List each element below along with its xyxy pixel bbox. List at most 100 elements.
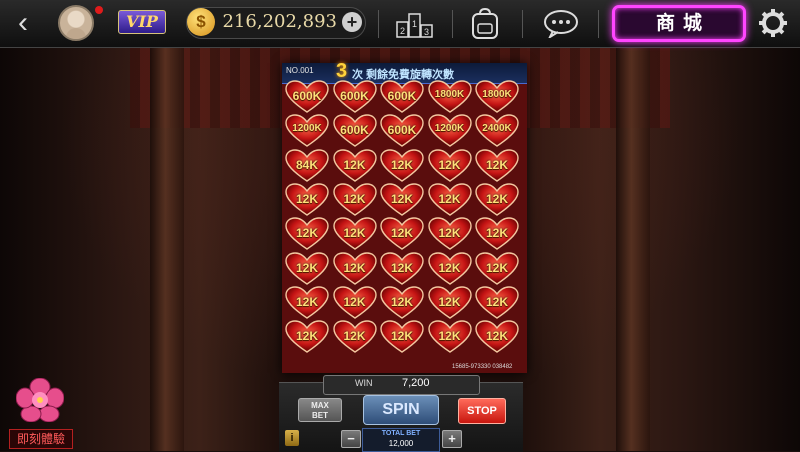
reel-cell: 12K bbox=[379, 148, 425, 183]
reel-cell: 600K bbox=[332, 114, 378, 148]
coin-icon: $ bbox=[187, 8, 215, 36]
reel-cell-value: 12K bbox=[485, 260, 508, 275]
divider bbox=[598, 10, 599, 38]
reel-cell: 12K bbox=[379, 320, 425, 354]
shop-button[interactable]: 商城 bbox=[612, 5, 746, 42]
try-now-button[interactable]: 即刻體驗 bbox=[9, 429, 73, 449]
win-label: WIN bbox=[355, 378, 373, 388]
reel-cell: 12K bbox=[379, 286, 425, 320]
reel-cell: 12K bbox=[379, 251, 425, 286]
reel-cell-value: 12K bbox=[295, 329, 318, 344]
reel-cell-value: 12K bbox=[438, 329, 461, 344]
reel-cell: 12K bbox=[427, 148, 473, 183]
reel-cell-value: 12K bbox=[295, 191, 318, 206]
reel-cell: 1200K bbox=[284, 114, 330, 148]
reel-cell-value: 600K bbox=[292, 89, 322, 103]
reel-cell-value: 12K bbox=[485, 329, 508, 344]
reel-cell-value: 1800K bbox=[434, 89, 465, 100]
reel-cell: 1800K bbox=[427, 80, 473, 114]
max-bet-label: BET bbox=[312, 411, 328, 420]
reel-cell: 12K bbox=[427, 183, 473, 217]
reel-cell-value: 1800K bbox=[482, 89, 512, 100]
gear-icon[interactable] bbox=[758, 8, 788, 38]
reel-cell-value: 12K bbox=[485, 294, 508, 309]
rank-digit-2: 2 bbox=[400, 26, 405, 36]
back-arrow-icon[interactable]: ‹ bbox=[8, 6, 38, 40]
rank-digit-1: 1 bbox=[412, 19, 417, 29]
reel-cell-value: 12K bbox=[390, 191, 413, 206]
reel-cell: 12K bbox=[284, 251, 330, 286]
right-pillar bbox=[616, 48, 650, 451]
reel-cell: 1200K bbox=[427, 114, 473, 148]
reel-cell: 12K bbox=[332, 320, 378, 354]
vip-badge[interactable]: VIP bbox=[118, 10, 166, 34]
reel-cell: 12K bbox=[427, 217, 473, 251]
stop-button[interactable]: STOP bbox=[458, 398, 506, 424]
reel-cell: 12K bbox=[332, 183, 378, 217]
reel-cell: 12K bbox=[474, 148, 520, 183]
reel-cell-value: 600K bbox=[340, 89, 369, 103]
reel-cell: 12K bbox=[474, 251, 520, 286]
total-bet-value: 12,000 bbox=[388, 439, 414, 448]
info-button[interactable]: i bbox=[285, 430, 299, 446]
machine-number: NO.001 bbox=[286, 66, 314, 75]
increase-bet-button[interactable]: + bbox=[442, 430, 462, 448]
reel-cell-value: 12K bbox=[485, 191, 508, 206]
reel-cell-value: 2400K bbox=[482, 123, 512, 135]
add-coins-button[interactable]: + bbox=[342, 12, 362, 32]
reel-cell-value: 12K bbox=[343, 294, 366, 309]
reel-cell-value: 1200K bbox=[292, 123, 322, 135]
flower-icon[interactable] bbox=[15, 377, 65, 423]
chat-bubble-icon[interactable] bbox=[543, 10, 579, 40]
reel-cell-value: 600K bbox=[387, 123, 417, 138]
reel-cell: 600K bbox=[379, 80, 425, 114]
reel-cell: 600K bbox=[332, 80, 378, 114]
reel-cell-value: 12K bbox=[485, 226, 508, 241]
avatar[interactable] bbox=[58, 5, 94, 41]
coin-balance: 216,202,893 bbox=[222, 11, 337, 32]
reel-cell: 2400K bbox=[474, 114, 520, 148]
reel-cell-value: 12K bbox=[390, 329, 413, 344]
spin-button[interactable]: SPIN bbox=[363, 395, 439, 425]
reel-cell-value: 12K bbox=[343, 191, 366, 206]
reel-cell-value: 12K bbox=[295, 294, 318, 309]
reel-cell-value: 12K bbox=[390, 226, 413, 241]
reel-cell: 12K bbox=[474, 183, 520, 217]
reel-cell: 84K bbox=[284, 148, 330, 183]
reel-cell: 600K bbox=[379, 114, 425, 148]
reel-cell-value: 12K bbox=[438, 226, 461, 241]
reel-cell-value: 12K bbox=[438, 260, 461, 275]
reel-cell: 12K bbox=[332, 148, 378, 183]
serial-number: 15685-973330 038482 bbox=[452, 364, 513, 370]
reel-cell-value: 12K bbox=[343, 226, 366, 241]
reel-cell-value: 12K bbox=[438, 294, 461, 309]
reel-cell-value: 12K bbox=[343, 329, 366, 344]
win-amount: 7,200 bbox=[402, 377, 430, 389]
max-bet-label: MAX bbox=[311, 401, 329, 410]
reel-cell-value: 12K bbox=[295, 226, 318, 241]
reel-cell: 600K bbox=[284, 80, 330, 114]
reel-cell: 12K bbox=[474, 217, 520, 251]
reel-cell-value: 1200K bbox=[434, 123, 465, 135]
reel-cell-value: 600K bbox=[387, 89, 417, 103]
reel-cell: 12K bbox=[332, 251, 378, 286]
decrease-bet-button[interactable]: − bbox=[341, 430, 361, 448]
reel-cell: 12K bbox=[284, 183, 330, 217]
reel-cell: 12K bbox=[427, 320, 473, 354]
reel-cell: 12K bbox=[284, 320, 330, 354]
total-bet-label: TOTAL BET bbox=[381, 430, 421, 437]
reel-cell-value: 12K bbox=[343, 157, 366, 172]
reel-cell: 12K bbox=[379, 217, 425, 251]
reel-cell: 12K bbox=[474, 286, 520, 320]
notification-dot bbox=[95, 6, 103, 14]
backpack-icon[interactable] bbox=[470, 7, 500, 40]
reel-cell: 12K bbox=[379, 183, 425, 217]
max-bet-button[interactable]: MAX BET bbox=[298, 398, 342, 422]
divider bbox=[522, 10, 523, 38]
leaderboard-icon[interactable]: 2 1 3 bbox=[396, 10, 434, 38]
reel-cell-value: 600K bbox=[340, 123, 369, 138]
reel-cell-value: 12K bbox=[390, 260, 413, 275]
reel-cell: 1800K bbox=[474, 80, 520, 114]
rank-digit-3: 3 bbox=[424, 27, 429, 37]
reel-cell: 12K bbox=[332, 217, 378, 251]
